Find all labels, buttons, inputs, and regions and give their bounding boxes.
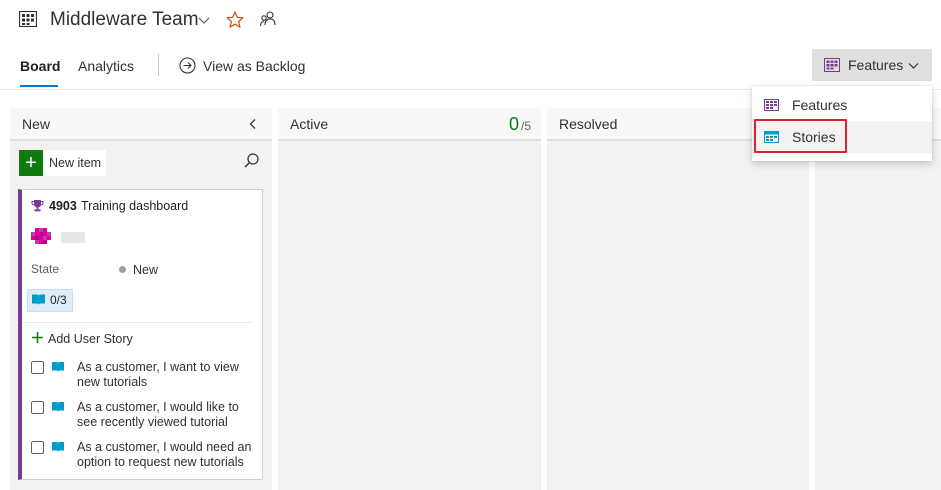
tab-divider	[158, 54, 159, 76]
state-label: State	[31, 262, 60, 276]
child-rollup-count: 0/3	[50, 293, 67, 307]
column-title-resolved: Resolved	[559, 116, 618, 132]
plus-icon[interactable]	[31, 331, 44, 344]
trophy-icon	[31, 200, 44, 212]
column-title-active: Active	[290, 116, 329, 132]
board-grid-icon	[19, 11, 37, 27]
wip-count: 0	[509, 114, 520, 134]
add-icon[interactable]: +	[19, 150, 43, 176]
child-story-title[interactable]: As a customer, I would need an option to…	[77, 440, 252, 470]
column-title-new: New	[22, 116, 51, 132]
star-icon[interactable]	[225, 10, 245, 30]
avatar	[31, 228, 51, 244]
column-resolved	[547, 108, 809, 490]
new-item-label: New item	[49, 156, 102, 170]
chevron-left-icon[interactable]	[246, 117, 260, 131]
column-active	[278, 108, 541, 490]
story-checkbox[interactable]	[31, 441, 44, 454]
chevron-down-icon	[908, 63, 919, 69]
state-value[interactable]: New	[133, 263, 158, 277]
features-icon	[764, 99, 779, 111]
child-story-title[interactable]: As a customer, I want to view new tutori…	[77, 360, 252, 390]
view-as-backlog-link[interactable]: View as Backlog	[203, 58, 305, 74]
child-story-title[interactable]: As a customer, I would like to see recen…	[77, 400, 252, 430]
story-checkbox[interactable]	[31, 361, 44, 374]
tab-board-underline	[20, 85, 58, 87]
book-icon	[52, 442, 64, 452]
people-icon[interactable]	[259, 10, 277, 28]
tab-board[interactable]: Board	[20, 58, 60, 74]
tab-analytics[interactable]: Analytics	[78, 58, 134, 74]
book-icon	[32, 294, 45, 305]
arrow-circle-right-icon[interactable]	[179, 57, 196, 74]
menu-item-features[interactable]: Features	[792, 97, 847, 113]
search-icon[interactable]	[243, 152, 260, 169]
team-title[interactable]: Middleware Team	[50, 9, 199, 31]
story-checkbox[interactable]	[31, 401, 44, 414]
card-id[interactable]: 4903	[49, 199, 77, 213]
features-icon	[824, 58, 840, 72]
book-icon	[52, 362, 64, 372]
state-indicator	[119, 266, 126, 273]
card-title[interactable]: Training dashboard	[81, 199, 188, 213]
backlog-level-label: Features	[848, 57, 904, 73]
assignee-name-redacted	[61, 232, 85, 243]
highlight-annotation	[754, 119, 847, 153]
chevron-down-icon[interactable]	[197, 13, 211, 27]
column-closed	[815, 108, 941, 490]
wip-limit: /5	[521, 119, 532, 133]
card-divider	[22, 322, 252, 323]
book-icon	[52, 402, 64, 412]
add-user-story-button[interactable]: Add User Story	[48, 332, 133, 346]
